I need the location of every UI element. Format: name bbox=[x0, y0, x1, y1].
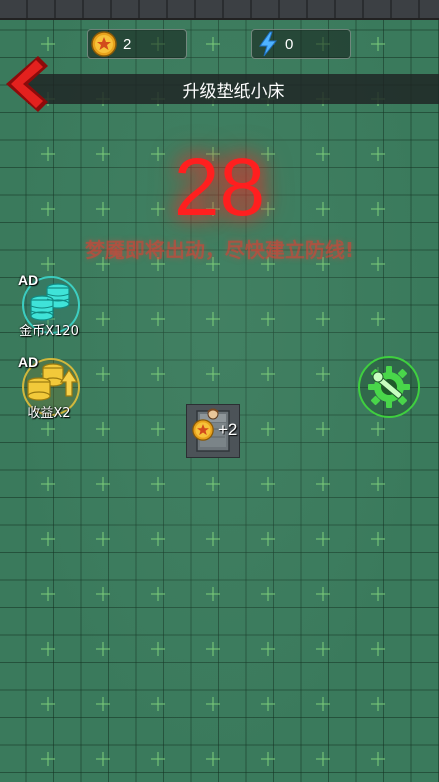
floor-marker bbox=[371, 532, 385, 546]
floor-marker bbox=[206, 312, 220, 326]
floor-marker bbox=[96, 697, 110, 711]
floor-marker bbox=[151, 587, 165, 601]
lightning-icon bbox=[259, 31, 278, 57]
floor-marker bbox=[96, 422, 110, 436]
floor-marker bbox=[206, 697, 220, 711]
floor-marker bbox=[261, 422, 275, 436]
floor-marker bbox=[316, 752, 330, 766]
floor-marker bbox=[261, 587, 275, 601]
build-tools-button[interactable] bbox=[358, 356, 420, 418]
floor-marker bbox=[41, 587, 55, 601]
floor-marker bbox=[96, 367, 110, 381]
floor-marker bbox=[316, 532, 330, 546]
floor-marker bbox=[41, 477, 55, 491]
floor-marker bbox=[316, 422, 330, 436]
floor-marker bbox=[151, 642, 165, 656]
floor-marker bbox=[261, 697, 275, 711]
floor-marker bbox=[371, 642, 385, 656]
floor-marker bbox=[41, 37, 55, 51]
floor-marker bbox=[206, 752, 220, 766]
floor-marker bbox=[316, 477, 330, 491]
floor-marker bbox=[371, 697, 385, 711]
ad-income-double-button[interactable]: AD 收益X2 bbox=[18, 354, 88, 424]
floor-marker bbox=[261, 477, 275, 491]
income-popup: +2 bbox=[192, 419, 237, 441]
floor-marker bbox=[151, 532, 165, 546]
warning-message: 梦魇即将出动，尽快建立防线! bbox=[84, 238, 355, 262]
ad-coin-bonus-label: 金币X120 bbox=[19, 324, 79, 339]
game-board: 2 0 升级垫纸小床 28 梦魇即将出动，尽快建立防线! AD 金币X120 A… bbox=[0, 0, 439, 782]
income-amount: +2 bbox=[218, 420, 238, 439]
floor-marker bbox=[206, 587, 220, 601]
floor-marker bbox=[206, 477, 220, 491]
floor-marker bbox=[371, 477, 385, 491]
energy-counter: 0 bbox=[251, 29, 351, 59]
back-arrow-icon bbox=[6, 56, 48, 112]
floor-marker bbox=[96, 587, 110, 601]
back-button[interactable] bbox=[2, 52, 50, 116]
floor-marker bbox=[151, 422, 165, 436]
floor-marker bbox=[316, 697, 330, 711]
floor-marker bbox=[96, 752, 110, 766]
floor-marker bbox=[316, 642, 330, 656]
floor-marker bbox=[151, 477, 165, 491]
ad-income-double-label: 收益X2 bbox=[27, 406, 71, 421]
floor-marker bbox=[316, 587, 330, 601]
floor-marker bbox=[41, 642, 55, 656]
floor-marker bbox=[206, 532, 220, 546]
floor-marker bbox=[206, 367, 220, 381]
floor-marker bbox=[371, 37, 385, 51]
floor-marker bbox=[96, 312, 110, 326]
floor-marker bbox=[316, 367, 330, 381]
floor-marker bbox=[151, 697, 165, 711]
floor-marker bbox=[371, 312, 385, 326]
floor-marker bbox=[261, 367, 275, 381]
energy-count: 0 bbox=[285, 35, 294, 53]
ad-tag: AD bbox=[18, 272, 39, 288]
ad-coin-bonus-button[interactable]: AD 金币X120 bbox=[18, 272, 88, 342]
floor-marker bbox=[41, 697, 55, 711]
wave-countdown: 28 bbox=[173, 142, 266, 233]
top-wall bbox=[0, 0, 439, 20]
floor-marker bbox=[41, 532, 55, 546]
floor-marker bbox=[371, 422, 385, 436]
title-bar: 升级垫纸小床 bbox=[28, 74, 439, 104]
wrench-gear-icon bbox=[368, 366, 410, 408]
floor-marker bbox=[96, 477, 110, 491]
floor-marker bbox=[316, 312, 330, 326]
coin-counter: 2 bbox=[87, 29, 187, 59]
floor-marker bbox=[261, 752, 275, 766]
coin-star-icon bbox=[91, 31, 117, 57]
coin-star-icon bbox=[192, 419, 214, 441]
page-title: 升级垫纸小床 bbox=[182, 81, 285, 102]
floor-marker bbox=[261, 532, 275, 546]
floor-marker bbox=[151, 367, 165, 381]
floor-marker bbox=[261, 312, 275, 326]
floor-marker bbox=[151, 752, 165, 766]
coin-count: 2 bbox=[123, 35, 132, 53]
ad-tag: AD bbox=[18, 354, 39, 370]
floor-marker bbox=[41, 422, 55, 436]
floor-marker bbox=[371, 752, 385, 766]
floor-marker bbox=[96, 642, 110, 656]
floor-marker bbox=[206, 642, 220, 656]
floor-marker bbox=[261, 642, 275, 656]
floor-marker bbox=[96, 532, 110, 546]
floor-marker bbox=[206, 37, 220, 51]
floor-marker bbox=[371, 587, 385, 601]
floor-marker bbox=[41, 752, 55, 766]
floor-marker bbox=[151, 312, 165, 326]
